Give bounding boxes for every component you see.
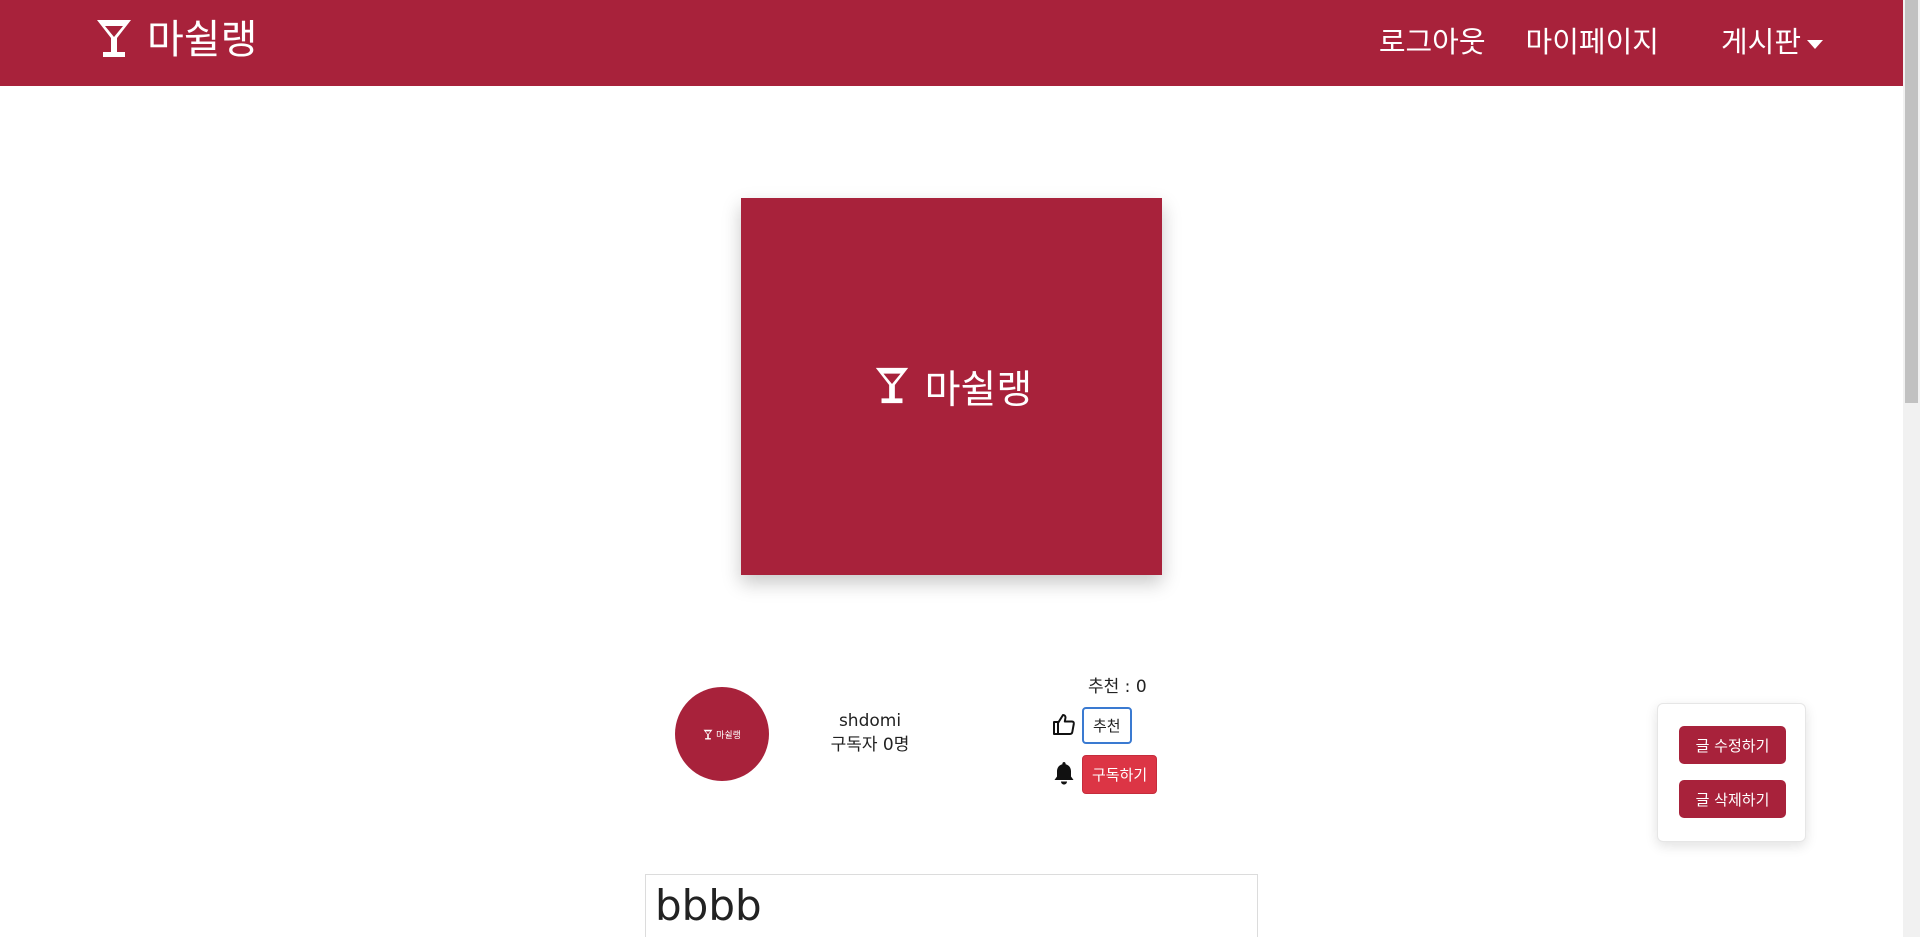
author-avatar[interactable]: 마쉴랭	[675, 687, 769, 781]
author-username[interactable]: shdomi	[800, 709, 940, 733]
delete-post-button[interactable]: 글 삭제하기	[1679, 780, 1786, 818]
nav-links: 로그아웃 마이페이지 게시판	[1339, 22, 1823, 62]
top-navbar: 마쉴랭 로그아웃 마이페이지 게시판	[0, 0, 1903, 86]
caret-down-icon	[1807, 39, 1823, 49]
recommend-row: 추천	[1052, 707, 1132, 744]
recommend-count: 추천 : 0	[1088, 677, 1147, 697]
board-dropdown-label: 게시판	[1720, 25, 1801, 59]
scrollbar-thumb[interactable]	[1905, 0, 1918, 403]
thumbs-up-icon[interactable]	[1052, 712, 1076, 740]
recommend-button[interactable]: 추천	[1082, 707, 1132, 744]
post-content-box: bbbb	[645, 874, 1258, 937]
cocktail-glass-icon	[95, 17, 133, 63]
edit-post-button[interactable]: 글 수정하기	[1679, 726, 1786, 764]
page-scrollbar[interactable]	[1903, 0, 1920, 937]
post-action-panel: 글 수정하기 글 삭제하기	[1657, 703, 1806, 842]
brand-name: 마쉴랭	[147, 17, 258, 63]
cocktail-glass-icon	[703, 725, 713, 744]
mypage-link[interactable]: 마이페이지	[1526, 22, 1659, 62]
author-info: shdomi 구독자 0명	[800, 709, 940, 757]
brand-logo-link[interactable]: 마쉴랭	[95, 16, 257, 64]
post-title: bbbb	[655, 881, 762, 930]
author-subscriber-count: 구독자 0명	[830, 735, 910, 755]
cocktail-glass-icon	[871, 365, 913, 409]
post-thumbnail-image: 마쉴랭	[741, 198, 1162, 575]
bell-icon[interactable]	[1052, 760, 1076, 790]
avatar-brand-name: 마쉴랭	[716, 730, 741, 741]
subscribe-row: 구독하기	[1052, 755, 1158, 794]
subscribe-button[interactable]: 구독하기	[1082, 755, 1158, 794]
logout-link[interactable]: 로그아웃	[1379, 22, 1486, 62]
thumbnail-brand-name: 마쉴랭	[924, 367, 1033, 413]
board-dropdown[interactable]: 게시판	[1721, 22, 1823, 62]
